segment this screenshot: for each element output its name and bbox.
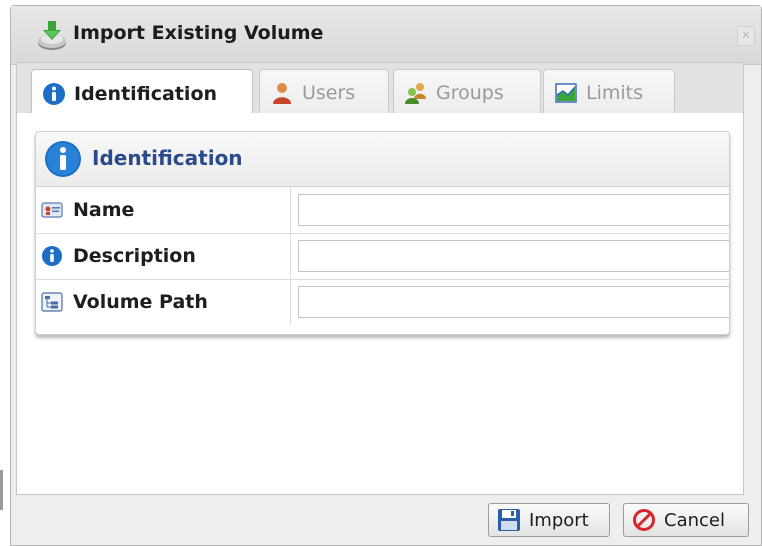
- tab-bar: Identification Users Groups Limits: [16, 62, 744, 117]
- chart-icon: [555, 82, 577, 103]
- tab-label: Users: [302, 81, 356, 104]
- name-label-cell: Name: [36, 187, 291, 233]
- background-window-edge: [0, 470, 3, 510]
- field-label: Volume Path: [73, 291, 208, 313]
- import-button[interactable]: Import: [488, 503, 610, 537]
- volume-path-row: Volume Path: [36, 279, 729, 325]
- close-icon: ×: [741, 28, 751, 41]
- folder-tree-icon: [41, 292, 63, 312]
- field-label: Name: [73, 199, 135, 221]
- info-icon: [45, 141, 81, 177]
- identification-fieldset: Identification Name Description Volume P…: [35, 131, 730, 335]
- tab-label: Limits: [586, 81, 643, 104]
- volume-path-input[interactable]: [298, 286, 729, 318]
- tab-users[interactable]: Users: [259, 69, 389, 115]
- dialog-footer: Import Cancel: [16, 495, 749, 541]
- tab-label: Identification: [74, 82, 218, 105]
- save-disk-icon: [498, 509, 520, 531]
- tab-identification[interactable]: Identification: [31, 69, 253, 117]
- group-icon: [405, 82, 426, 104]
- dialog-title: Import Existing Volume: [73, 22, 324, 44]
- field-label: Description: [73, 245, 196, 267]
- import-button-label: Import: [529, 509, 589, 531]
- id-card-icon: [41, 202, 63, 218]
- info-icon: [42, 246, 62, 266]
- description-label-cell: Description: [36, 233, 291, 279]
- description-row: Description: [36, 233, 729, 280]
- description-input[interactable]: [298, 240, 729, 272]
- tab-label: Groups: [436, 81, 504, 104]
- cancel-icon: [633, 509, 655, 531]
- cancel-button-label: Cancel: [664, 509, 725, 531]
- info-icon: [43, 82, 65, 105]
- user-icon: [273, 82, 291, 104]
- tab-content-panel: Identification Name Description Volume P…: [16, 113, 744, 495]
- dialog-titlebar[interactable]: Import Existing Volume ×: [11, 6, 761, 65]
- fieldset-header: Identification: [36, 132, 729, 187]
- cancel-button[interactable]: Cancel: [623, 503, 749, 537]
- volume-path-label-cell: Volume Path: [36, 279, 291, 325]
- name-input[interactable]: [298, 194, 729, 226]
- tab-limits[interactable]: Limits: [543, 69, 675, 115]
- tab-groups[interactable]: Groups: [393, 69, 541, 115]
- import-download-icon: [38, 21, 66, 50]
- fieldset-title: Identification: [92, 146, 243, 170]
- close-button[interactable]: ×: [737, 26, 755, 46]
- name-row: Name: [36, 187, 729, 234]
